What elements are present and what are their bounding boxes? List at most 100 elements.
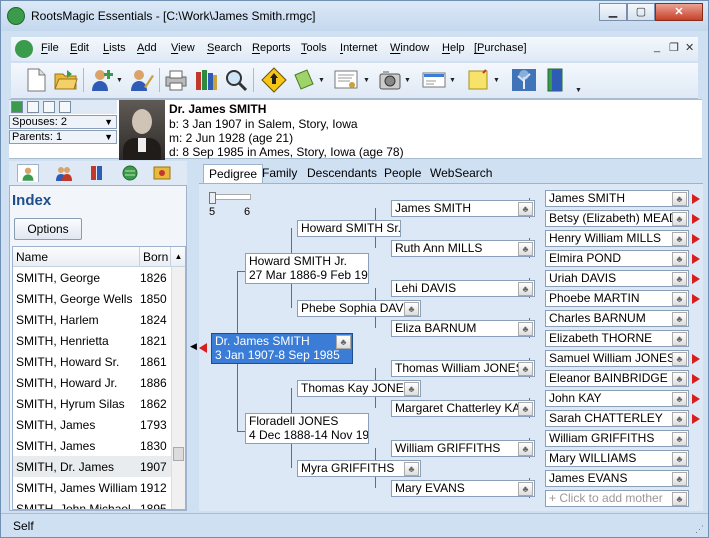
pedigree-person-g4[interactable]: Ruth Ann MILLS ♣ bbox=[391, 240, 535, 257]
pedigree-person-g3[interactable]: Phebe Sophia DAVIS ♣ bbox=[297, 300, 421, 317]
pedigree-person-g4[interactable]: Lehi DAVIS ♣ bbox=[391, 280, 535, 297]
menu-edit[interactable]: Edit bbox=[70, 42, 89, 54]
menu-internet[interactable]: Internet bbox=[340, 42, 377, 54]
pedigree-person-g3[interactable]: Howard SMITH Sr. bbox=[297, 220, 401, 237]
print-icon[interactable] bbox=[163, 67, 189, 93]
tree-icon[interactable]: ♣ bbox=[404, 302, 419, 316]
pedigree-person-g5[interactable]: Elizabeth THORNE ♣ bbox=[545, 330, 689, 347]
pedigree-person-g4[interactable]: James SMITH ♣ bbox=[391, 200, 535, 217]
mdi-close-icon[interactable]: ✕ bbox=[685, 41, 694, 54]
list-item[interactable]: SMITH, James William 1912 bbox=[13, 477, 171, 498]
pedigree-root-person[interactable]: Dr. James SMITH 3 Jan 1907-8 Sep 1985 ♣ bbox=[211, 333, 353, 364]
pedigree-person-g3[interactable]: Thomas Kay JONES ♣ bbox=[297, 380, 421, 397]
add-person-dropdown-icon[interactable]: ▼ bbox=[116, 77, 123, 84]
panel-splitter[interactable]: ◀ bbox=[189, 161, 199, 511]
navigate-icon[interactable] bbox=[261, 67, 287, 93]
media-dropdown-icon[interactable]: ▼ bbox=[404, 77, 411, 84]
tree-icon[interactable]: ♣ bbox=[672, 352, 687, 366]
parents-select[interactable]: Parents: 1 ▼ bbox=[9, 130, 117, 144]
tree-icon[interactable]: ♣ bbox=[672, 452, 687, 466]
tree-icon[interactable]: ♣ bbox=[672, 212, 687, 226]
children-arrow-icon[interactable] bbox=[199, 343, 207, 353]
pedigree-person-g4[interactable]: Margaret Chatterley KAY ♣ bbox=[391, 400, 535, 417]
tree-icon[interactable]: ♣ bbox=[672, 312, 687, 326]
mdi-restore-icon[interactable]: ❐ bbox=[669, 41, 679, 54]
pedigree-person-g5[interactable]: Phoebe MARTIN ♣ bbox=[545, 290, 689, 307]
more-ancestors-arrow-icon[interactable] bbox=[692, 354, 700, 364]
options-button[interactable]: Options bbox=[14, 218, 82, 240]
tree-icon[interactable]: ♣ bbox=[672, 252, 687, 266]
pedigree-person-g5[interactable]: Mary WILLIAMS ♣ bbox=[545, 450, 689, 467]
tree-icon[interactable]: ♣ bbox=[672, 272, 687, 286]
pedigree-person-g4[interactable]: Thomas William JONES ♣ bbox=[391, 360, 535, 377]
address-icon[interactable] bbox=[421, 67, 447, 93]
tab-descendants[interactable]: Descendants bbox=[302, 164, 382, 183]
pedigree-person-g5[interactable]: James EVANS ♣ bbox=[545, 470, 689, 487]
tree-icon[interactable]: ♣ bbox=[518, 362, 533, 376]
families-view-icon[interactable] bbox=[53, 164, 75, 182]
tree-icon[interactable]: ♣ bbox=[336, 335, 351, 349]
book-icon[interactable] bbox=[543, 67, 569, 93]
pedigree-person-g3[interactable]: Myra GRIFFITHS ♣ bbox=[297, 460, 421, 477]
pedigree-person-g5[interactable]: William GRIFFITHS ♣ bbox=[545, 430, 689, 447]
pedigree-person-g5[interactable]: Henry William MILLS ♣ bbox=[545, 230, 689, 247]
menu-lists[interactable]: Lists bbox=[103, 42, 126, 54]
pedigree-person-g5[interactable]: John KAY ♣ bbox=[545, 390, 689, 407]
edit-person-mini-icon[interactable] bbox=[11, 101, 23, 113]
pedigree-person-g5[interactable]: Charles BARNUM ♣ bbox=[545, 310, 689, 327]
list-item[interactable]: SMITH, John Michael 1895 bbox=[13, 498, 171, 509]
tree-icon[interactable]: ♣ bbox=[518, 242, 533, 256]
collapse-left-icon[interactable]: ◀ bbox=[190, 341, 197, 352]
mdi-minimize-icon[interactable]: _ bbox=[654, 41, 660, 53]
more-ancestors-arrow-icon[interactable] bbox=[692, 394, 700, 404]
tab-websearch[interactable]: WebSearch bbox=[425, 164, 497, 183]
sources-view-icon[interactable] bbox=[87, 164, 109, 182]
tree-icon[interactable]: ♣ bbox=[672, 492, 687, 506]
list-item[interactable]: SMITH, George Wells 1850 bbox=[13, 288, 171, 309]
pedigree-person-g5[interactable]: Uriah DAVIS ♣ bbox=[545, 270, 689, 287]
tree-icon[interactable]: ♣ bbox=[404, 382, 419, 396]
tree-icon[interactable]: ♣ bbox=[672, 192, 687, 206]
tree-icon[interactable]: ♣ bbox=[672, 472, 687, 486]
pedigree-person-g5[interactable]: Betsy (Elizabeth) MEAD ♣ bbox=[545, 210, 689, 227]
pedigree-father[interactable]: Howard SMITH Jr. 27 Mar 1886-9 Feb 1938 bbox=[245, 253, 369, 284]
menu-add[interactable]: Add bbox=[137, 42, 157, 54]
tab-people[interactable]: People bbox=[379, 164, 426, 183]
menu-purchase[interactable]: [Purchase] bbox=[474, 42, 527, 54]
places-view-icon[interactable] bbox=[119, 164, 141, 182]
list-item[interactable]: SMITH, James 1830 bbox=[13, 435, 171, 456]
pedigree-person-g5[interactable]: Samuel William JONES ♣ bbox=[545, 350, 689, 367]
books-icon[interactable] bbox=[193, 67, 219, 93]
list-item[interactable]: SMITH, Harlem 1824 bbox=[13, 309, 171, 330]
address-dropdown-icon[interactable]: ▼ bbox=[449, 77, 456, 84]
notes-dropdown-icon[interactable]: ▼ bbox=[318, 77, 325, 84]
column-header-born[interactable]: Born bbox=[140, 247, 171, 267]
maximize-button[interactable]: ▢ bbox=[627, 3, 655, 21]
open-folder-icon[interactable] bbox=[53, 67, 79, 93]
list-item[interactable]: SMITH, Hyrum Silas 1862 bbox=[13, 393, 171, 414]
more-ancestors-arrow-icon[interactable] bbox=[692, 414, 700, 424]
more-ancestors-arrow-icon[interactable] bbox=[692, 234, 700, 244]
more-ancestors-arrow-icon[interactable] bbox=[692, 194, 700, 204]
tree-icon[interactable]: ♣ bbox=[404, 462, 419, 476]
tree-icon[interactable]: ♣ bbox=[672, 292, 687, 306]
tree-icon[interactable]: ♣ bbox=[518, 482, 533, 496]
tab-pedigree[interactable]: Pedigree bbox=[203, 164, 264, 183]
pedigree-person-g5[interactable]: Sarah CHATTERLEY ♣ bbox=[545, 410, 689, 427]
certificate-icon[interactable] bbox=[333, 67, 359, 93]
family-tree-icon[interactable] bbox=[511, 67, 537, 93]
menu-window[interactable]: Window bbox=[390, 42, 429, 54]
tree-icon[interactable]: ♣ bbox=[518, 402, 533, 416]
certificate-dropdown-icon[interactable]: ▼ bbox=[363, 77, 370, 84]
add-mother-placeholder[interactable]: + Click to add mother ♣ bbox=[545, 490, 689, 507]
list-item[interactable]: SMITH, Howard Sr. 1861 bbox=[13, 351, 171, 372]
column-header-name[interactable]: Name bbox=[13, 247, 140, 267]
minimize-button[interactable]: ▁ bbox=[599, 3, 627, 21]
todo-icon[interactable] bbox=[465, 67, 491, 93]
notes-icon[interactable] bbox=[291, 67, 317, 93]
list-item-selected[interactable]: SMITH, Dr. James 1907 bbox=[13, 456, 171, 477]
tree-icon[interactable]: ♣ bbox=[518, 442, 533, 456]
new-file-icon[interactable] bbox=[23, 67, 49, 93]
tree-icon[interactable]: ♣ bbox=[672, 432, 687, 446]
add-person-icon[interactable] bbox=[89, 67, 115, 93]
